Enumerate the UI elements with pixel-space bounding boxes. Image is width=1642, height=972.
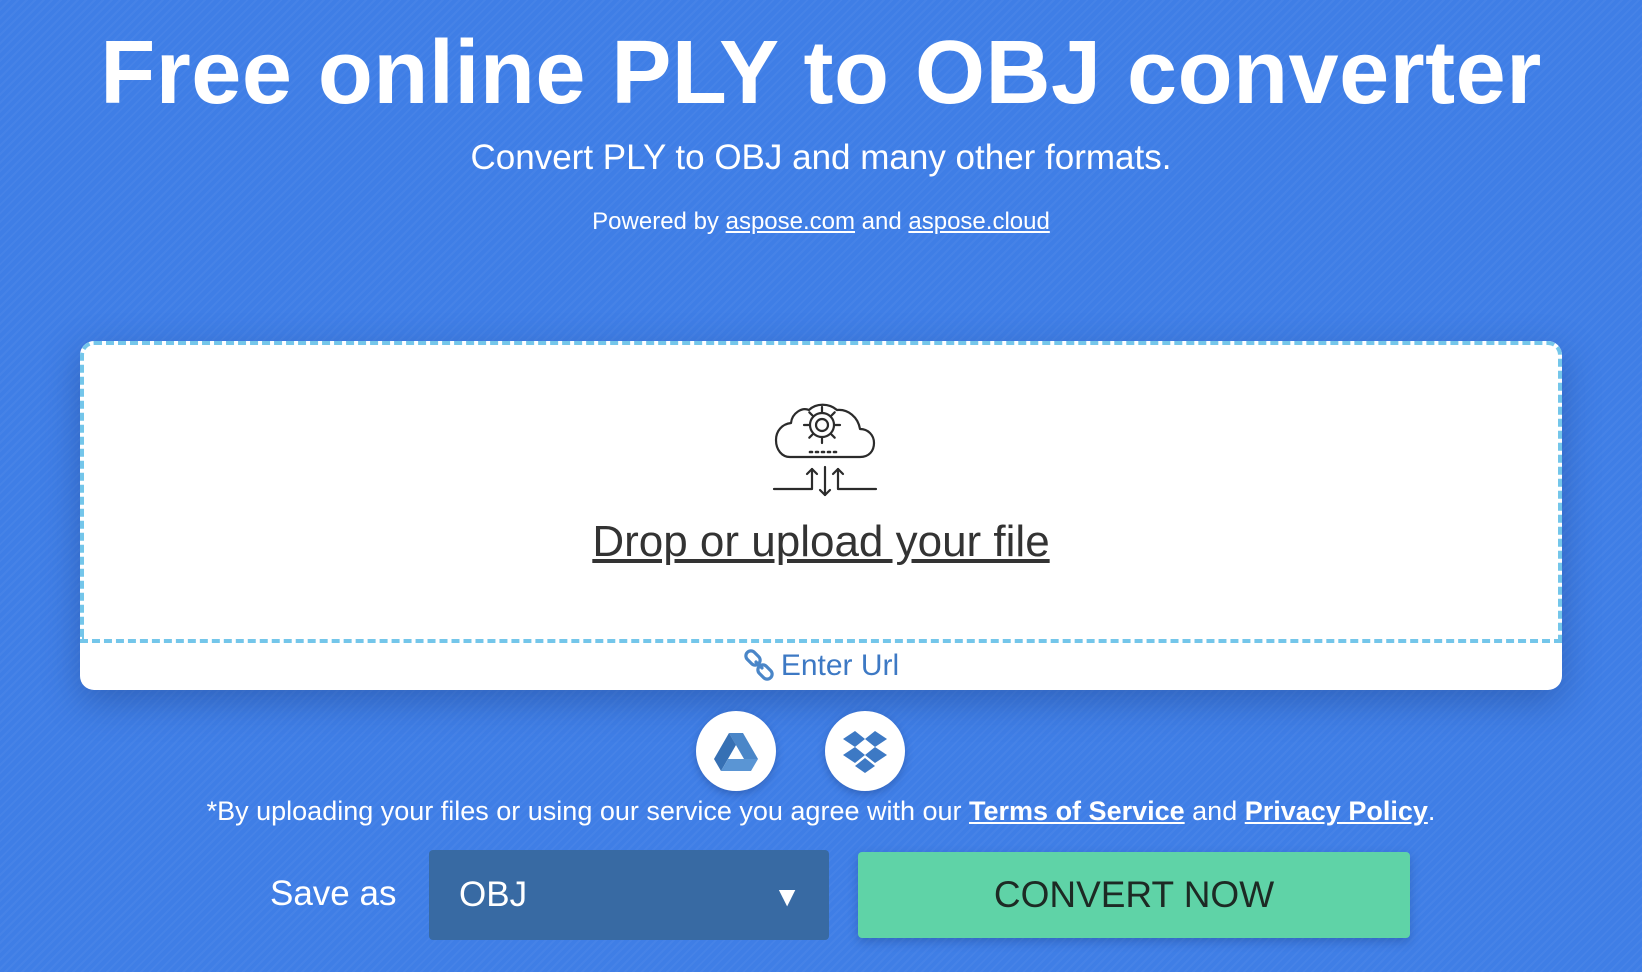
enter-url-label: Enter Url (780, 649, 900, 682)
enter-url-button[interactable]: Enter Url (80, 646, 1562, 686)
powered-by-and: and (861, 208, 902, 235)
link-icon (744, 649, 774, 681)
google-drive-icon (714, 733, 758, 771)
dropbox-icon (843, 731, 887, 773)
convert-now-button[interactable]: CONVERT NOW (858, 852, 1410, 938)
page-subtitle: Convert PLY to OBJ and many other format… (470, 138, 1172, 177)
google-drive-button[interactable] (696, 711, 776, 791)
upload-card: Drop or upload your file Enter Url (80, 341, 1562, 690)
save-as-label: Save as (270, 874, 397, 913)
chevron-down-icon: ▼ (773, 881, 801, 912)
terms-suffix: . (1427, 796, 1436, 826)
output-format-select[interactable]: OBJ ▼ (429, 850, 829, 940)
terms-and: and (1192, 796, 1238, 826)
terms-of-service-link[interactable]: Terms of Service (969, 796, 1185, 826)
aspose-com-link[interactable]: aspose.com (726, 208, 855, 235)
powered-by-prefix: Powered by (592, 208, 719, 235)
cloud-gear-upload-icon (772, 403, 878, 497)
file-drop-zone[interactable]: Drop or upload your file (80, 341, 1562, 643)
terms-notice: *By uploading your files or using our se… (0, 793, 1642, 829)
terms-prefix: *By uploading your files or using our se… (206, 796, 962, 826)
privacy-policy-link[interactable]: Privacy Policy (1245, 796, 1428, 826)
drop-upload-label[interactable]: Drop or upload your file (84, 515, 1558, 569)
aspose-cloud-link[interactable]: aspose.cloud (908, 208, 1049, 235)
dropbox-button[interactable] (825, 711, 905, 791)
page-title: Free online PLY to OBJ converter (100, 23, 1542, 123)
powered-by-line: Powered by aspose.com and aspose.cloud (0, 206, 1642, 238)
format-value: OBJ (459, 875, 528, 914)
